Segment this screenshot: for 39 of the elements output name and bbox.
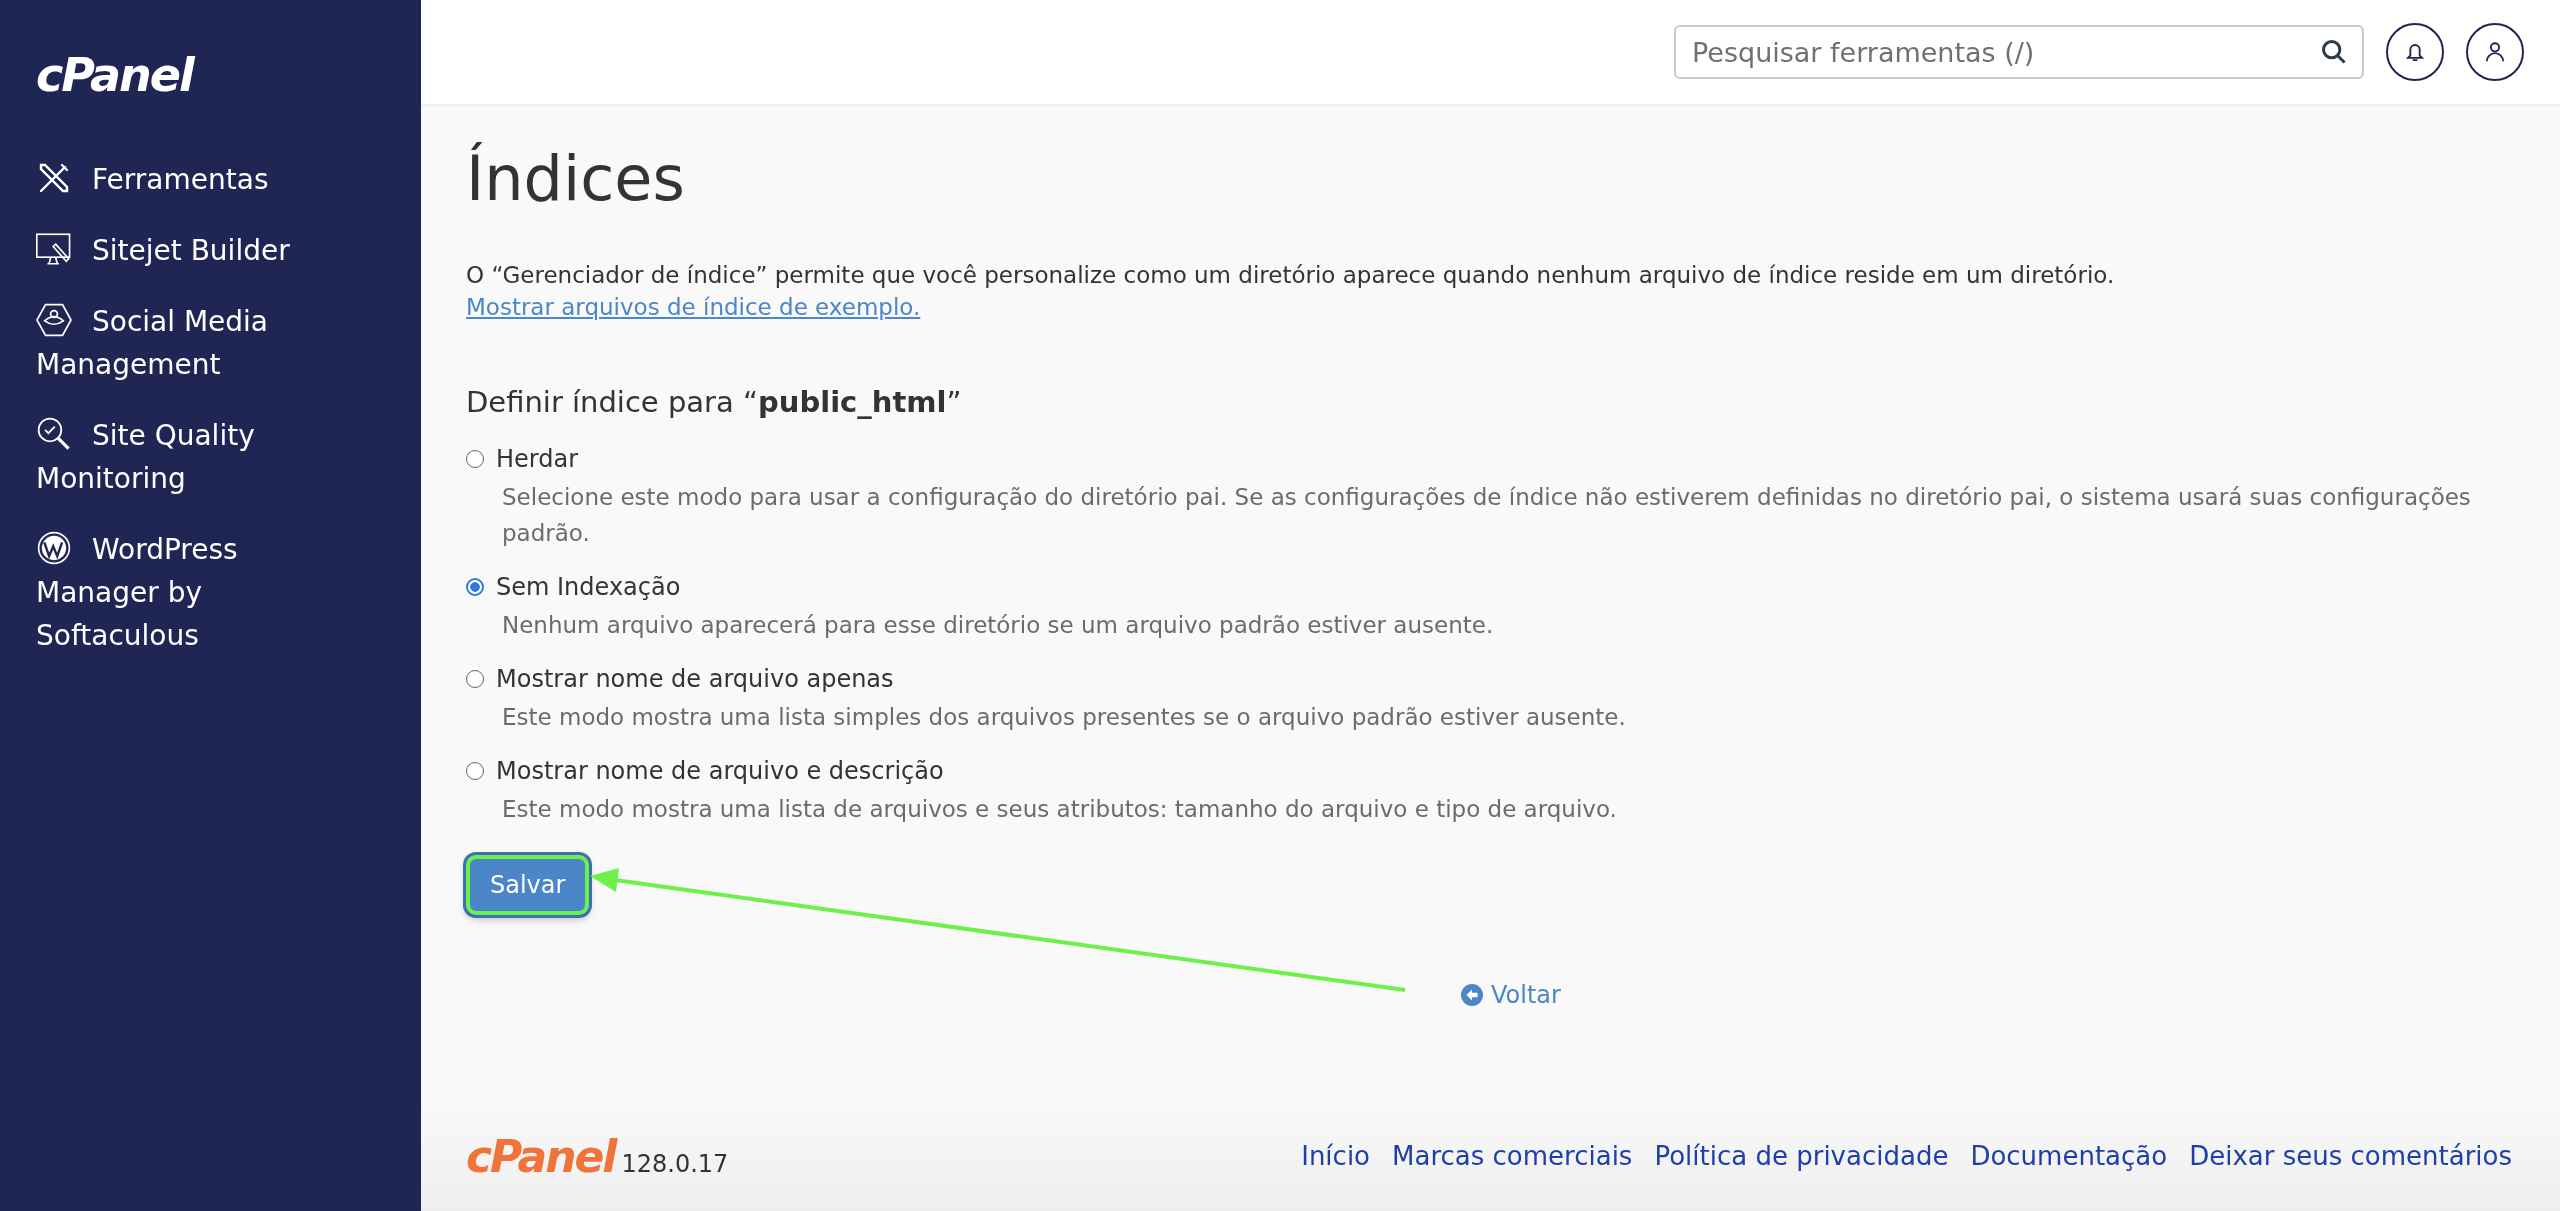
search-icon [2320,38,2348,66]
sidebar-item[interactable]: Sitejet Builder [36,229,336,272]
footer-link[interactable]: Política de privacidade [1654,1141,1949,1171]
radio-button[interactable] [466,762,484,780]
sidebar-item[interactable]: Social Media Management [36,300,336,386]
page-description: O “Gerenciador de índice” permite que você personalize como um diretório aparece quando nenhum arquivo de índice reside em um diretório. Mostrar arquivos de índice de exemplo. [466,261,2116,322]
option-description: Nenhum arquivo aparecerá para esse diretório se um arquivo padrão estiver ausente. [501,611,1495,640]
page-title: Índices [466,142,686,215]
radio-button[interactable] [466,670,484,688]
radio-button[interactable] [466,578,484,596]
option-description: Este modo mostra uma lista simples dos arquivos presentes se o arquivo padrão estiver ausente. [501,703,1627,732]
save-button[interactable]: Salvar [466,855,590,915]
option-label[interactable]: Sem Indexação [496,567,681,607]
sidebar-item[interactable]: WordPress Manager by Softaculous [36,528,336,657]
option-label[interactable]: Mostrar nome de arquivo e descrição [496,751,944,791]
option-description: Este modo mostra uma lista de arquivos e seus atributos: tamanho do arquivo e tipo de arquivo. [501,795,1618,824]
radio-button[interactable] [466,450,484,468]
section-title: Definir índice para “public_html” [466,385,963,419]
notifications-button[interactable] [2386,23,2444,81]
cpanel-logo: cPanel [466,1130,616,1182]
cpanel-logo[interactable]: cPanel [36,48,193,102]
back-link[interactable]: Voltar [1461,981,1561,1009]
search-field[interactable]: Pesquisar ferramentas (/) [1674,25,2364,79]
wordpress-icon [36,531,72,565]
example-files-link[interactable]: Mostrar arquivos de índice de exemplo. [466,294,921,320]
footer-link[interactable]: Início [1301,1141,1370,1171]
user-button[interactable] [2466,23,2524,81]
sidebar-item[interactable]: Ferramentas [36,158,336,201]
option-label[interactable]: Herdar [496,439,579,479]
magnifier-check-icon [36,417,72,451]
footer-link[interactable]: Marcas comerciais [1392,1141,1633,1171]
option-label[interactable]: Mostrar nome de arquivo apenas [496,659,894,699]
sidebar-item[interactable]: Site Quality Monitoring [36,414,336,500]
version-text: 128.0.17 [621,1149,729,1178]
footer-link[interactable]: Deixar seus comentários [2189,1141,2512,1171]
hexagon-icon [36,303,72,337]
monitor-pencil-icon [36,232,72,266]
footer-link[interactable]: Documentação [1970,1141,2168,1171]
option-description: Selecione este modo para usar a configuração do diretório pai. Se as configurações de índice não estiverem definidas no diretório pai, o sistema usará suas configurações padrão. [501,483,2472,548]
